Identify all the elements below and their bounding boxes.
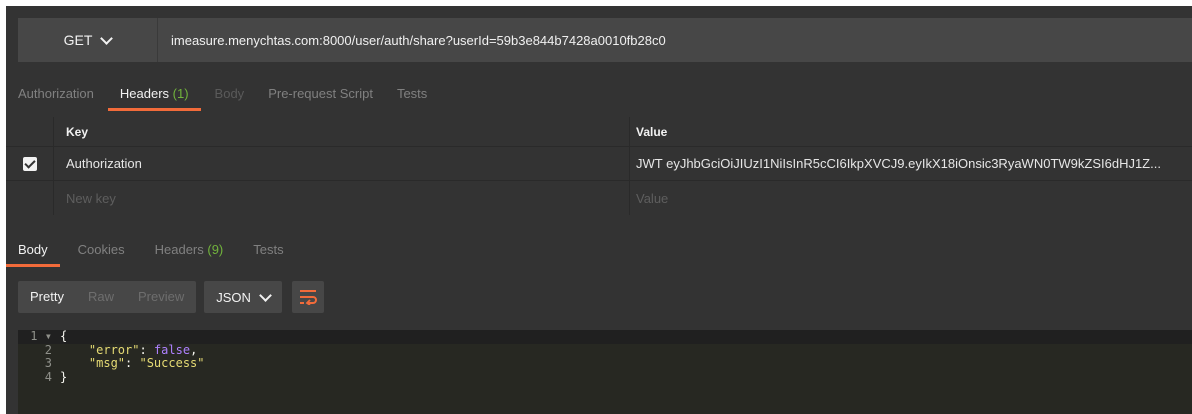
tab-label: Tests [253,242,284,257]
header-key-input[interactable]: Authorization [54,147,630,180]
check-column-header [6,117,54,146]
new-key-input[interactable]: New key [54,181,630,215]
tab-label: Headers [154,242,204,257]
header-value-input[interactable]: JWT eyJhbGciOiJIUzI1NiIsInR5cCI6IkpXVCJ9… [630,147,1192,180]
tab-response-tests[interactable]: Tests [241,235,295,265]
code-text: { [60,329,68,343]
table-row-new: New key Value [6,181,1192,215]
tab-label: Headers [119,86,170,101]
json-key: "msg" [88,356,126,370]
key-column-header: Key [54,117,630,146]
method-label: GET [63,32,93,48]
chevron-down-icon [100,31,114,45]
line-number: 3 [44,356,52,370]
postman-window: GET imeasure.menychtas.com:8000/user/aut… [6,6,1192,414]
tab-count: (1) [172,86,189,101]
value-column-header: Value [636,124,668,139]
headers-table: Key Value Authorization JWT eyJhbGciOiJI… [6,117,1192,215]
table-header: Key Value [6,117,1192,147]
tab-headers[interactable]: Headers (1) [107,79,201,111]
view-mode-group: Pretty Raw Preview [18,281,197,313]
format-select[interactable]: JSON [204,281,282,313]
pretty-button[interactable]: Pretty [18,281,76,313]
row-check-cell [6,147,54,180]
tab-body[interactable]: Body [203,79,257,109]
tab-label: Body [18,242,48,257]
fold-arrow-icon[interactable]: ▾ [45,329,52,343]
json-key: "error" [88,342,140,357]
wrap-lines-button[interactable] [291,281,324,313]
tab-tests[interactable]: Tests [385,79,439,109]
line-number: 1 ▾ [18,329,60,344]
request-bar: GET imeasure.menychtas.com:8000/user/aut… [18,18,1192,62]
url-input[interactable]: imeasure.menychtas.com:8000/user/auth/sh… [158,33,666,48]
checkbox-checked-icon[interactable] [22,156,37,171]
tab-label: Tests [396,86,428,101]
tab-cookies[interactable]: Cookies [66,235,137,265]
tab-pre-request-script[interactable]: Pre-request Script [256,79,385,109]
preview-button[interactable]: Preview [126,281,196,313]
tab-label: Cookies [77,242,125,257]
tab-response-body[interactable]: Body [6,235,60,267]
new-value-input[interactable]: Value [630,181,1192,215]
wrap-lines-icon [299,290,317,305]
json-value: "Success" [139,356,205,370]
tab-label: Pre-request Script [268,86,373,101]
table-row: Authorization JWT eyJhbGciOiJIUzI1NiIsIn… [6,147,1192,181]
response-body-editor[interactable]: 1 ▾ { 2 "error": false, 3 "msg": "Succes… [18,329,1192,414]
request-tabs: Authorization Headers (1) Body Pre-reque… [6,79,439,111]
code-line: 1 ▾ { [18,329,1192,344]
response-toolbar: Pretty Raw Preview JSON [18,281,324,313]
code-line: 3 "msg": "Success" [18,356,1192,371]
code-text: "error": false, [88,342,198,357]
tab-response-headers[interactable]: Headers (9) [143,235,236,265]
chevron-down-icon [259,288,272,302]
code-text: } [60,369,68,384]
response-tabs: Body Cookies Headers (9) Tests [6,235,296,267]
tab-label: Body [214,86,245,101]
code-line: 2 "error": false, [18,342,1192,358]
code-text: "msg": "Success" [88,356,205,370]
line-number-text: 1 [30,329,38,343]
format-label: JSON [216,289,251,305]
method-select[interactable]: GET [18,18,158,62]
tab-authorization[interactable]: Authorization [6,79,106,109]
json-value: false [153,342,191,357]
line-number: 4 [44,369,52,384]
code-line: 4 } [18,369,1192,385]
row-check-cell [6,181,54,215]
tab-label: Authorization [18,86,94,101]
tab-count: (9) [207,242,224,257]
raw-button[interactable]: Raw [76,281,126,313]
line-number: 2 [44,342,52,357]
